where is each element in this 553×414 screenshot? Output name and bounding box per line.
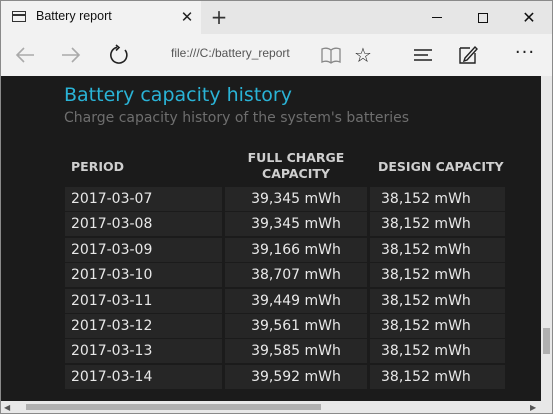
reading-view-icon[interactable] (319, 42, 343, 68)
horizontal-scrollbar[interactable]: ◀ ▶ (1, 401, 552, 413)
full-charge-line1: FULL CHARGE (247, 150, 345, 165)
forward-button[interactable] (56, 40, 86, 70)
back-button[interactable] (10, 40, 40, 70)
hub-icon[interactable] (411, 44, 435, 66)
favorite-star-icon[interactable]: ☆ (351, 42, 375, 68)
full-charge-line2: CAPACITY (262, 166, 330, 181)
arrow-right-icon (62, 47, 81, 63)
table-row: 2017-03-13 39,585 mWh 38,152 mWh (65, 339, 505, 364)
new-tab-button[interactable]: + (206, 4, 232, 30)
cell-full-charge: 39,345 mWh (225, 187, 367, 211)
vertical-scroll-thumb[interactable] (543, 328, 550, 354)
table-row: 2017-03-10 38,707 mWh 38,152 mWh (65, 263, 505, 288)
cell-full-charge: 39,345 mWh (225, 212, 367, 237)
cell-design-capacity: 38,152 mWh (370, 187, 505, 211)
table-row: 2017-03-08 39,345 mWh 38,152 mWh (65, 212, 505, 237)
refresh-icon (110, 44, 128, 64)
table-row: 2017-03-12 39,561 mWh 38,152 mWh (65, 314, 505, 338)
cell-period: 2017-03-07 (65, 187, 222, 211)
scroll-left-icon[interactable]: ◀ (4, 403, 10, 412)
report-content: Battery capacity history Charge capacity… (1, 76, 552, 401)
cell-design-capacity: 38,152 mWh (370, 212, 505, 237)
tab-battery-report[interactable]: Battery report ✕ (1, 1, 201, 34)
cell-full-charge: 39,166 mWh (225, 237, 367, 262)
maximize-button[interactable] (460, 1, 506, 34)
minimize-icon (432, 17, 442, 18)
tab-page-icon (12, 11, 26, 22)
cell-design-capacity: 38,152 mWh (370, 314, 505, 338)
cell-period: 2017-03-08 (65, 212, 222, 237)
table-row: 2017-03-09 39,166 mWh 38,152 mWh (65, 237, 505, 262)
navigation-bar: file:///C:/battery_report ☆ ··· (1, 34, 552, 76)
cell-period: 2017-03-14 (65, 364, 222, 389)
column-header-full-charge: FULL CHARGE CAPACITY (225, 150, 367, 186)
vertical-scrollbar[interactable] (541, 76, 552, 401)
cell-period: 2017-03-12 (65, 314, 222, 338)
scroll-right-icon[interactable]: ▶ (530, 403, 536, 412)
more-options-icon[interactable]: ··· (511, 42, 539, 68)
cell-period: 2017-03-11 (65, 288, 222, 313)
close-window-button[interactable]: ✕ (506, 1, 552, 34)
cell-design-capacity: 38,152 mWh (370, 364, 505, 389)
tab-title: Battery report (36, 9, 112, 23)
table-row: 2017-03-14 39,592 mWh 38,152 mWh (65, 364, 505, 389)
section-subtitle: Charge capacity history of the system's … (64, 110, 410, 126)
maximize-icon (478, 12, 488, 23)
cell-full-charge: 38,707 mWh (225, 263, 367, 288)
table-row: 2017-03-11 39,449 mWh 38,152 mWh (65, 288, 505, 313)
arrow-left-icon (15, 47, 34, 63)
cell-design-capacity: 38,152 mWh (370, 263, 505, 288)
cell-full-charge: 39,592 mWh (225, 364, 367, 389)
cell-design-capacity: 38,152 mWh (370, 288, 505, 313)
cell-full-charge: 39,561 mWh (225, 314, 367, 338)
address-bar[interactable]: file:///C:/battery_report (171, 46, 306, 66)
section-title: Battery capacity history (64, 84, 292, 106)
horizontal-scroll-thumb[interactable] (26, 404, 321, 410)
cell-design-capacity: 38,152 mWh (370, 237, 505, 262)
web-note-icon[interactable] (456, 42, 480, 68)
cell-full-charge: 39,449 mWh (225, 288, 367, 313)
cell-full-charge: 39,585 mWh (225, 339, 367, 364)
cell-design-capacity: 38,152 mWh (370, 339, 505, 364)
cell-period: 2017-03-09 (65, 237, 222, 262)
refresh-button[interactable] (104, 40, 134, 70)
tab-close-icon[interactable]: ✕ (179, 7, 195, 27)
browser-window: Battery report ✕ + ✕ file:///C:/battery_… (0, 0, 553, 414)
cell-period: 2017-03-10 (65, 263, 222, 288)
minimize-button[interactable] (414, 1, 460, 34)
cell-period: 2017-03-13 (65, 339, 222, 364)
title-bar: Battery report ✕ + ✕ (1, 1, 552, 34)
table-row: 2017-03-07 39,345 mWh 38,152 mWh (65, 187, 505, 211)
close-icon: ✕ (522, 7, 536, 27)
